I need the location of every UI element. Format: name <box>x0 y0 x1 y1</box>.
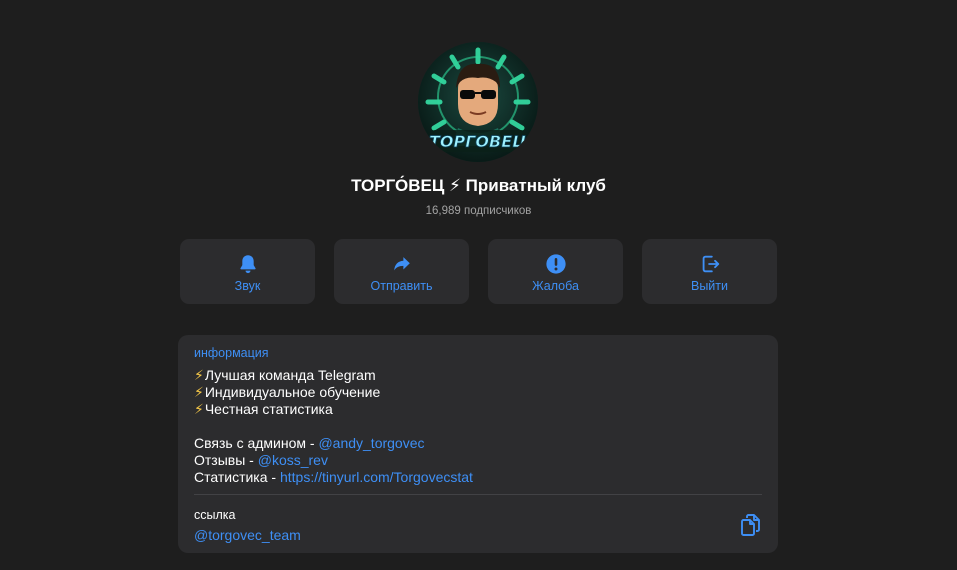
share-label: Отправить <box>370 279 433 293</box>
mute-sound-label: Звук <box>234 279 261 293</box>
channel-avatar[interactable]: ТОРГОВЕЦ <box>418 42 538 162</box>
feature-text: Лучшая команда Telegram <box>204 367 376 383</box>
contact-label: Статистика - <box>194 469 280 485</box>
channel-link[interactable]: @torgovec_team <box>194 527 301 543</box>
leave-channel-button[interactable]: Выйти <box>642 239 777 304</box>
divider <box>194 494 762 495</box>
action-bar: Звук Отправить Жалоба Выйти <box>180 239 777 304</box>
subscriber-count: 16,989 подписчиков <box>425 205 532 217</box>
feature-line: ⚡Индивидуальное обучение <box>194 384 473 401</box>
admin-mention-link[interactable]: @andy_torgovec <box>318 435 424 451</box>
mute-sound-button[interactable]: Звук <box>180 239 315 304</box>
report-button[interactable]: Жалоба <box>488 239 623 304</box>
feature-line: ⚡Честная статистика <box>194 401 473 418</box>
contact-line-reviews: Отзывы - @koss_rev <box>194 452 473 469</box>
bell-icon <box>180 252 315 276</box>
contact-label: Отзывы - <box>194 452 258 468</box>
info-heading: информация <box>194 346 269 360</box>
copy-link-button[interactable] <box>740 513 762 537</box>
lightning-icon: ⚡ <box>194 384 204 400</box>
stats-url-link[interactable]: https://tinyurl.com/Torgovecstat <box>280 469 473 485</box>
contact-line-admin: Связь с админом - @andy_torgovec <box>194 435 473 452</box>
avatar-logo-text: ТОРГОВЕЦ <box>429 132 527 151</box>
report-label: Жалоба <box>532 279 579 293</box>
channel-description: ⚡Лучшая команда Telegram ⚡Индивидуальное… <box>194 367 473 486</box>
feature-text: Честная статистика <box>204 401 333 417</box>
copy-icon <box>741 514 760 536</box>
reviews-mention-link[interactable]: @koss_rev <box>258 452 328 468</box>
leave-door-icon <box>642 252 777 276</box>
contact-label: Связь с админом - <box>194 435 319 451</box>
leave-channel-label: Выйти <box>690 279 728 293</box>
feature-text: Индивидуальное обучение <box>204 384 381 400</box>
channel-title: ТОРГО́ВЕЦ ⚡ Приватный клуб <box>351 176 606 195</box>
lightning-icon: ⚡ <box>194 401 204 417</box>
link-label: ссылка <box>194 508 236 522</box>
feature-line: ⚡Лучшая команда Telegram <box>194 367 473 384</box>
contact-line-stats: Статистика - https://tinyurl.com/Torgove… <box>194 469 473 486</box>
share-button[interactable]: Отправить <box>334 239 469 304</box>
exclamation-circle-icon <box>488 252 623 276</box>
lightning-icon: ⚡ <box>194 367 204 383</box>
share-arrow-icon <box>334 252 469 276</box>
channel-info-card: информация ⚡Лучшая команда Telegram ⚡Инд… <box>178 335 778 553</box>
